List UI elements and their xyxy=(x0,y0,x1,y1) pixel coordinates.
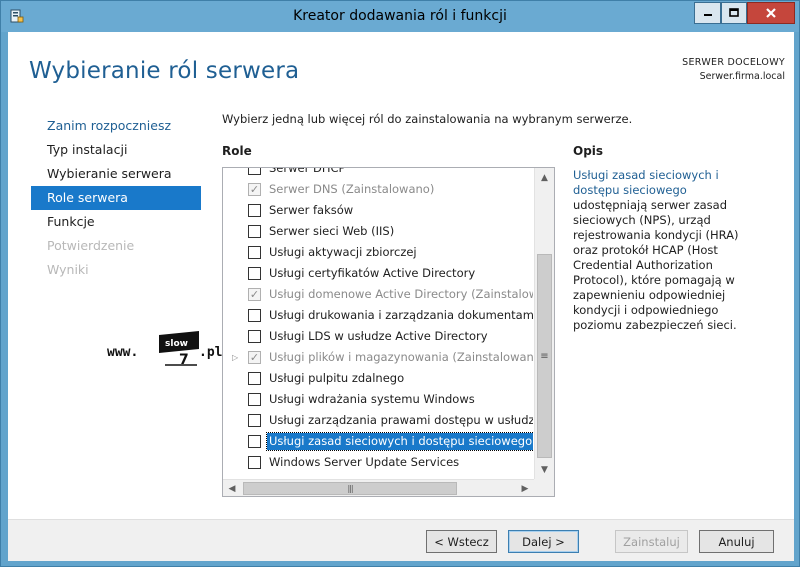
next-button[interactable]: Dalej > xyxy=(508,530,579,553)
role-label: Serwer DHCP xyxy=(269,167,346,175)
role-checkbox[interactable] xyxy=(248,225,261,238)
expand-arrow-icon[interactable]: ▷ xyxy=(232,347,238,368)
roles-items: Serwer DHCP ✓ Serwer DNS (Zainstalowano)… xyxy=(223,167,533,473)
back-button[interactable]: < Wstecz xyxy=(426,530,497,553)
role-checkbox[interactable] xyxy=(248,435,261,448)
close-button[interactable] xyxy=(747,2,795,24)
maximize-icon xyxy=(729,8,739,17)
role-description: Usługi zasad sieciowych i dostępu siecio… xyxy=(573,168,763,333)
maximize-button[interactable] xyxy=(721,2,747,24)
role-checkbox[interactable] xyxy=(248,246,261,259)
role-checkbox[interactable] xyxy=(248,309,261,322)
role-item-dns[interactable]: ✓ Serwer DNS (Zainstalowano) xyxy=(223,179,533,200)
role-item-print[interactable]: Usługi drukowania i zarządzania dokument… xyxy=(223,305,533,326)
role-label: Usługi pulpitu zdalnego xyxy=(269,371,405,385)
role-item-wds[interactable]: Usługi wdrażania systemu Windows xyxy=(223,389,533,410)
nav-step-server-roles[interactable]: Role serwera xyxy=(31,186,201,210)
nav-step-results: Wyniki xyxy=(47,262,89,277)
target-server-info: SERWER DOCELOWY Serwer.firma.local xyxy=(682,56,785,84)
role-item-fax[interactable]: Serwer faksów xyxy=(223,200,533,221)
role-label: Usługi zasad sieciowych i dostępu siecio… xyxy=(265,432,533,451)
cancel-button[interactable]: Anuluj xyxy=(699,530,774,553)
description-text: udostępniają serwer zasad sieciowych (NP… xyxy=(573,198,739,332)
watermark-badge-icon: slow 7 xyxy=(159,331,199,367)
role-item-remote-desktop[interactable]: Usługi pulpitu zdalnego xyxy=(223,368,533,389)
watermark-suffix: .pl xyxy=(199,345,223,360)
watermark-word: slow xyxy=(165,339,188,349)
role-checkbox[interactable] xyxy=(248,267,261,280)
vertical-scroll-thumb[interactable]: ≡ xyxy=(537,254,552,458)
watermark-logo: www. slow 7 .pl xyxy=(107,329,227,369)
role-label: Serwer faksów xyxy=(269,203,354,217)
window-title: Kreator dodawania ról i funkcji xyxy=(293,8,507,24)
role-checkbox[interactable]: ✓ xyxy=(248,288,261,301)
target-server-name: Serwer.firma.local xyxy=(699,71,785,82)
role-item-npas[interactable]: Usługi zasad sieciowych i dostępu siecio… xyxy=(223,431,533,452)
role-item-ad-certificate[interactable]: Usługi certyfikatów Active Directory xyxy=(223,263,533,284)
role-checkbox[interactable] xyxy=(248,414,261,427)
role-checkbox[interactable] xyxy=(248,372,261,385)
role-label: Usługi aktywacji zbiorczej xyxy=(269,245,417,259)
role-checkbox[interactable] xyxy=(248,330,261,343)
role-label: Windows Server Update Services xyxy=(269,455,460,469)
role-label: Usługi LDS w usłudze Active Directory xyxy=(269,329,488,343)
roles-horizontal-scrollbar[interactable]: ◀ ||| ▶ xyxy=(223,479,534,496)
scroll-up-icon[interactable]: ▲ xyxy=(535,168,554,187)
page-title: Wybieranie ról serwera xyxy=(29,58,300,84)
nav-step-before-you-begin[interactable]: Zanim rozpoczniesz xyxy=(31,114,201,138)
instruction-text: Wybierz jedną lub więcej ról do zainstal… xyxy=(222,112,633,126)
role-checkbox[interactable]: ✓ xyxy=(248,351,261,364)
wizard-steps-nav: Zanim rozpoczniesz Typ instalacji Wybier… xyxy=(31,114,201,282)
description-link[interactable]: Usługi zasad sieciowych i dostępu siecio… xyxy=(573,168,719,197)
role-label: Usługi drukowania i zarządzania dokument… xyxy=(269,308,533,322)
role-item-ad-lds[interactable]: Usługi LDS w usłudze Active Directory xyxy=(223,326,533,347)
role-label: Usługi certyfikatów Active Directory xyxy=(269,266,476,280)
wizard-content: Wybieranie ról serwera SERWER DOCELOWY S… xyxy=(8,32,794,561)
role-label: Serwer DNS (Zainstalowano) xyxy=(269,182,435,196)
role-label: Usługi plików i magazynowania (Zainstalo… xyxy=(269,350,533,364)
role-checkbox[interactable] xyxy=(248,204,261,217)
nav-step-installation-type[interactable]: Typ instalacji xyxy=(31,138,201,162)
role-checkbox[interactable]: ✓ xyxy=(248,183,261,196)
watermark-prefix: www. xyxy=(107,345,139,360)
nav-step-server-selection[interactable]: Wybieranie serwera xyxy=(31,162,201,186)
target-server-label: SERWER DOCELOWY xyxy=(682,57,785,68)
minimize-button[interactable] xyxy=(694,2,721,24)
role-item-file-storage[interactable]: ▷ ✓ Usługi plików i magazynowania (Zains… xyxy=(223,347,533,368)
role-item-dhcp[interactable]: Serwer DHCP xyxy=(223,167,533,179)
description-header: Opis xyxy=(573,144,604,158)
role-label: Usługi wdrażania systemu Windows xyxy=(269,392,475,406)
role-item-wsus[interactable]: Windows Server Update Services xyxy=(223,452,533,473)
scroll-right-icon[interactable]: ▶ xyxy=(516,480,534,496)
scroll-left-icon[interactable]: ◀ xyxy=(223,480,241,496)
role-label: Serwer sieci Web (IIS) xyxy=(269,224,395,238)
role-checkbox[interactable] xyxy=(248,456,261,469)
roles-header: Role xyxy=(222,144,252,158)
role-item-iis[interactable]: Serwer sieci Web (IIS) xyxy=(223,221,533,242)
scroll-down-icon[interactable]: ▼ xyxy=(535,460,554,479)
role-checkbox[interactable] xyxy=(248,168,261,175)
nav-step-confirmation: Potwierdzenie xyxy=(47,238,135,253)
role-item-ad-rights[interactable]: Usługi zarządzania prawami dostępu w usł… xyxy=(223,410,533,431)
horizontal-scroll-thumb[interactable]: ||| xyxy=(243,482,457,495)
role-item-ad-domain[interactable]: ✓ Usługi domenowe Active Directory (Zain… xyxy=(223,284,533,305)
role-item-volume-activation[interactable]: Usługi aktywacji zbiorczej xyxy=(223,242,533,263)
wizard-window: Kreator dodawania ról i funkcji Wybieran… xyxy=(0,0,800,567)
minimize-icon xyxy=(703,14,712,16)
role-label: Usługi zarządzania prawami dostępu w usł… xyxy=(269,413,533,427)
roles-list[interactable]: Serwer DHCP ✓ Serwer DNS (Zainstalowano)… xyxy=(222,167,555,497)
button-bar: < Wstecz Dalej > Zainstaluj Anuluj xyxy=(8,519,794,561)
scrollbar-corner xyxy=(534,479,554,496)
role-checkbox[interactable] xyxy=(248,393,261,406)
roles-vertical-scrollbar[interactable]: ▲ ≡ ▼ xyxy=(534,168,554,479)
install-button: Zainstaluj xyxy=(615,530,688,553)
title-bar[interactable]: Kreator dodawania ról i funkcji xyxy=(1,1,799,32)
nav-step-features[interactable]: Funkcje xyxy=(31,210,201,234)
role-label: Usługi domenowe Active Directory (Zainst… xyxy=(269,287,533,301)
close-icon xyxy=(766,8,776,18)
